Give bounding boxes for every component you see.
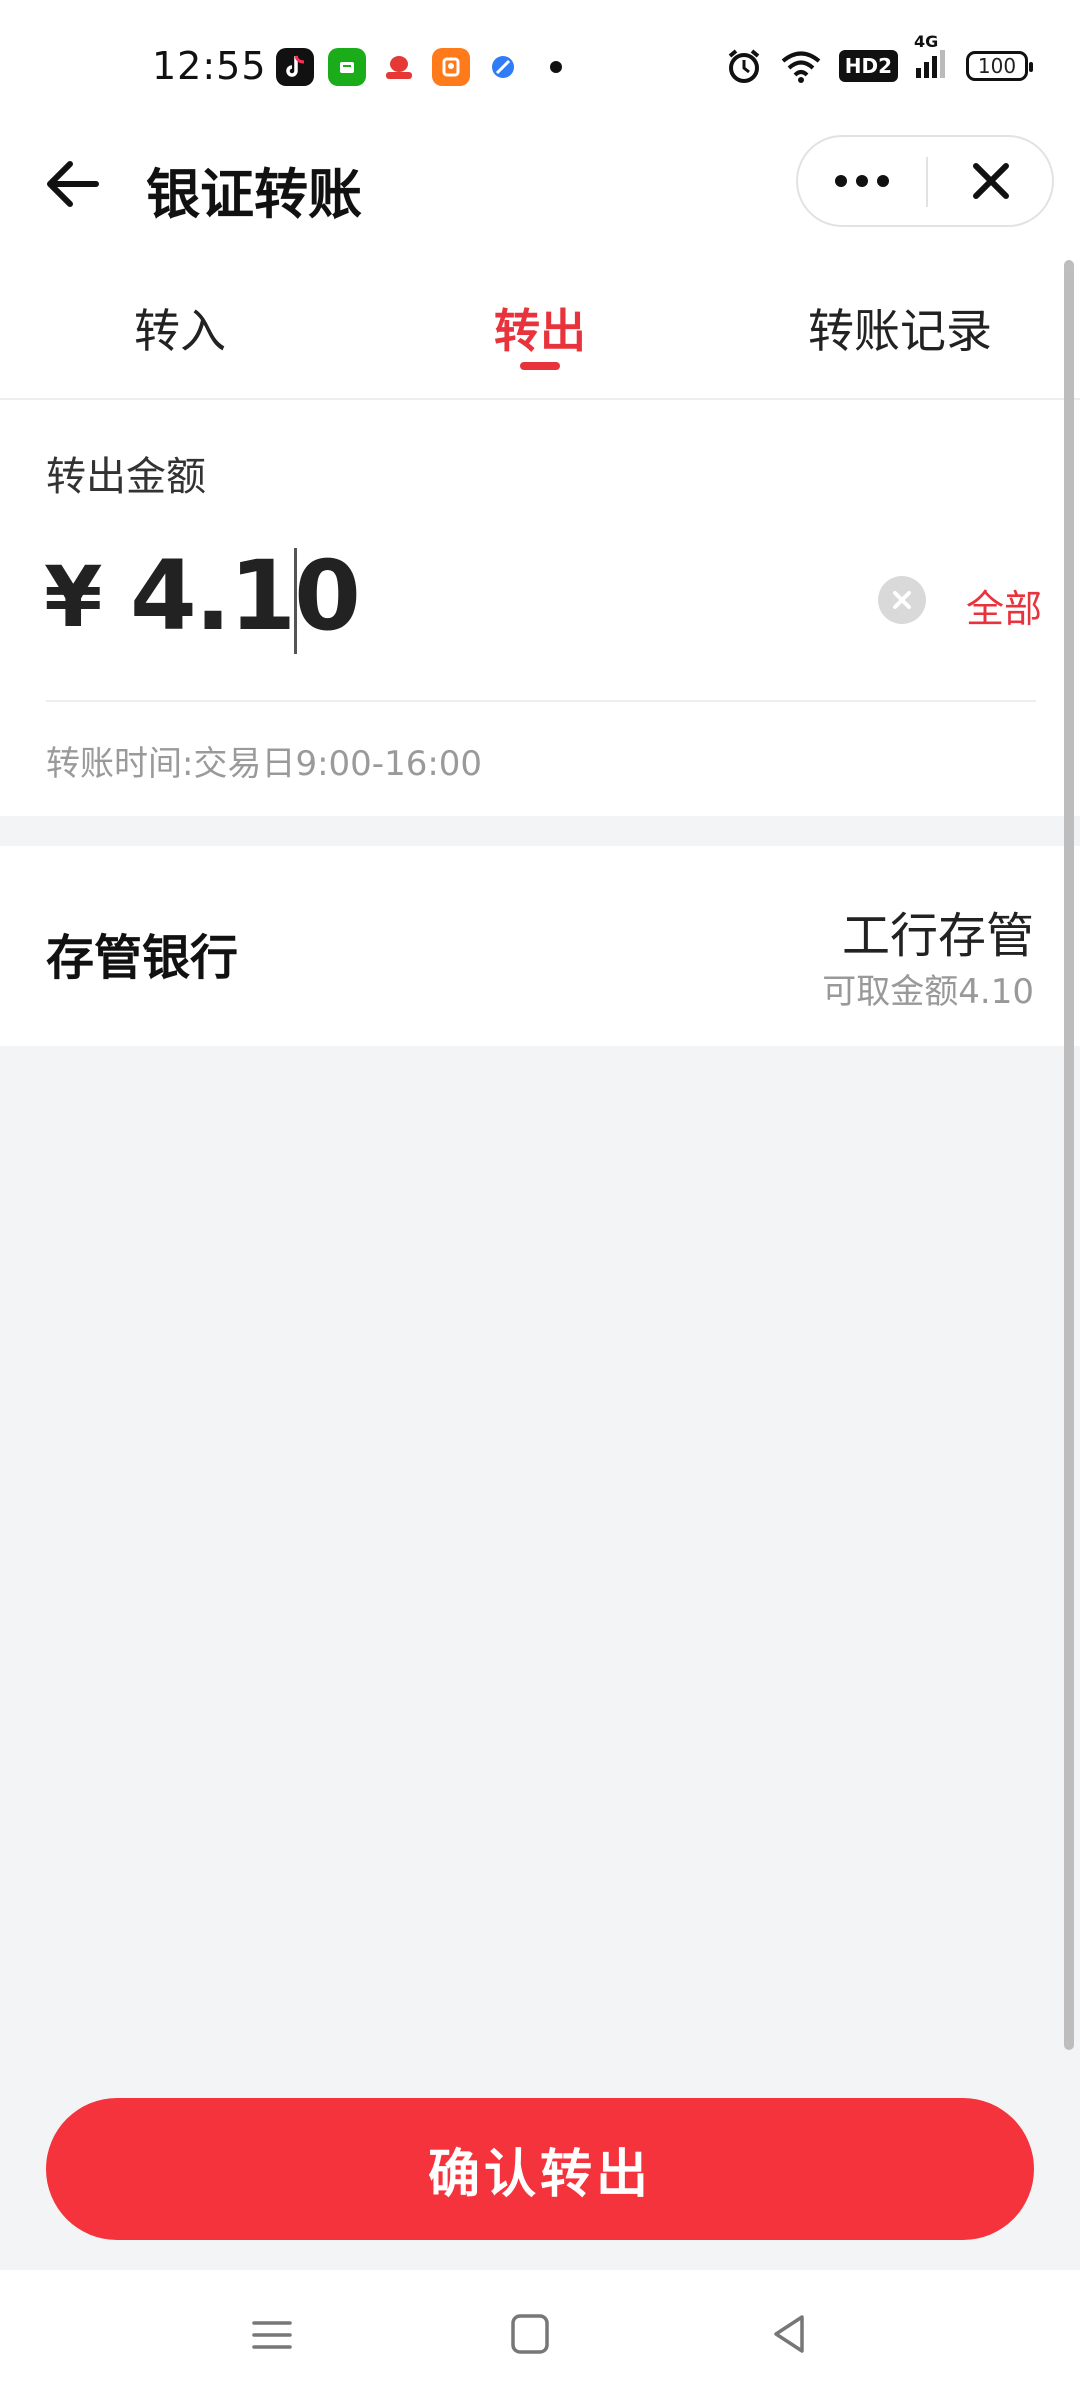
currency-symbol: ¥: [44, 548, 103, 646]
confirm-transfer-out-button[interactable]: 确认转出: [46, 2098, 1034, 2240]
text-cursor: [294, 548, 297, 654]
page-title: 银证转账: [146, 163, 362, 226]
tab-transfer-out[interactable]: 转出: [494, 295, 586, 361]
alarm-icon: [728, 48, 760, 83]
close-button[interactable]: [928, 137, 1054, 225]
arrow-left-icon: [47, 161, 99, 207]
shopping-app-icon: [432, 48, 470, 86]
network-type: 4G: [914, 32, 939, 51]
wifi-icon: [781, 51, 821, 83]
status-time: 12:55: [152, 44, 267, 88]
red-envelope-app-icon: [380, 48, 418, 86]
app-header: 银证转账: [0, 130, 1080, 265]
custodian-bank-name: 工行存管: [841, 908, 1034, 964]
notification-icons: [276, 48, 562, 86]
close-icon: [973, 163, 1009, 199]
divider: [46, 700, 1036, 702]
transfer-amount-card: 转出金额 ¥ 4.10 全部 转账时间:交易日9:00-16:00: [0, 400, 1080, 816]
scrollbar[interactable]: [1064, 260, 1074, 2050]
clear-input-button[interactable]: [878, 576, 926, 624]
battery-icon: 100: [966, 50, 1033, 81]
tab-transfer-in[interactable]: 转入: [134, 295, 226, 361]
home-button[interactable]: [500, 2310, 560, 2360]
clear-icon: [893, 591, 911, 609]
mini-program-capsule: [796, 135, 1054, 227]
tiktok-icon: [276, 48, 314, 86]
transfer-all-button[interactable]: 全部: [966, 578, 1042, 633]
more-notifications-dot: [550, 61, 562, 73]
active-tab-indicator: [520, 362, 560, 370]
battery-level: 100: [977, 53, 1017, 78]
transfer-time-note: 转账时间:交易日9:00-16:00: [46, 744, 483, 784]
wechat-pay-icon: [328, 48, 366, 86]
amount-input[interactable]: 4.10: [130, 540, 361, 652]
menu-icon: [252, 2321, 292, 2349]
tab-transfer-records[interactable]: 转账记录: [808, 295, 992, 361]
system-nav-bar: [0, 2270, 1080, 2400]
square-icon: [511, 2314, 549, 2354]
custodian-bank-label: 存管银行: [46, 930, 239, 986]
system-icons: HD2 4G 100: [725, 32, 1033, 85]
system-back-button[interactable]: [760, 2310, 820, 2360]
amount-label: 转出金额: [46, 454, 206, 500]
hd-voice-icon: HD2: [838, 49, 898, 82]
custodian-bank-row[interactable]: 存管银行 工行存管 可取金额4.10: [0, 846, 1080, 1046]
triangle-back-icon: [774, 2315, 804, 2353]
status-bar: 12:55 HD2 4G 100: [0, 0, 1080, 130]
recent-apps-button[interactable]: [242, 2310, 302, 2360]
signal-icon: 4G: [914, 32, 950, 85]
more-button[interactable]: [798, 137, 926, 225]
more-dots-icon: [835, 175, 847, 187]
browser-app-icon: [484, 48, 522, 86]
tab-bar: 转入 转出 转账记录: [0, 265, 1080, 400]
available-amount: 可取金额4.10: [822, 972, 1034, 1012]
back-button[interactable]: [40, 152, 104, 216]
